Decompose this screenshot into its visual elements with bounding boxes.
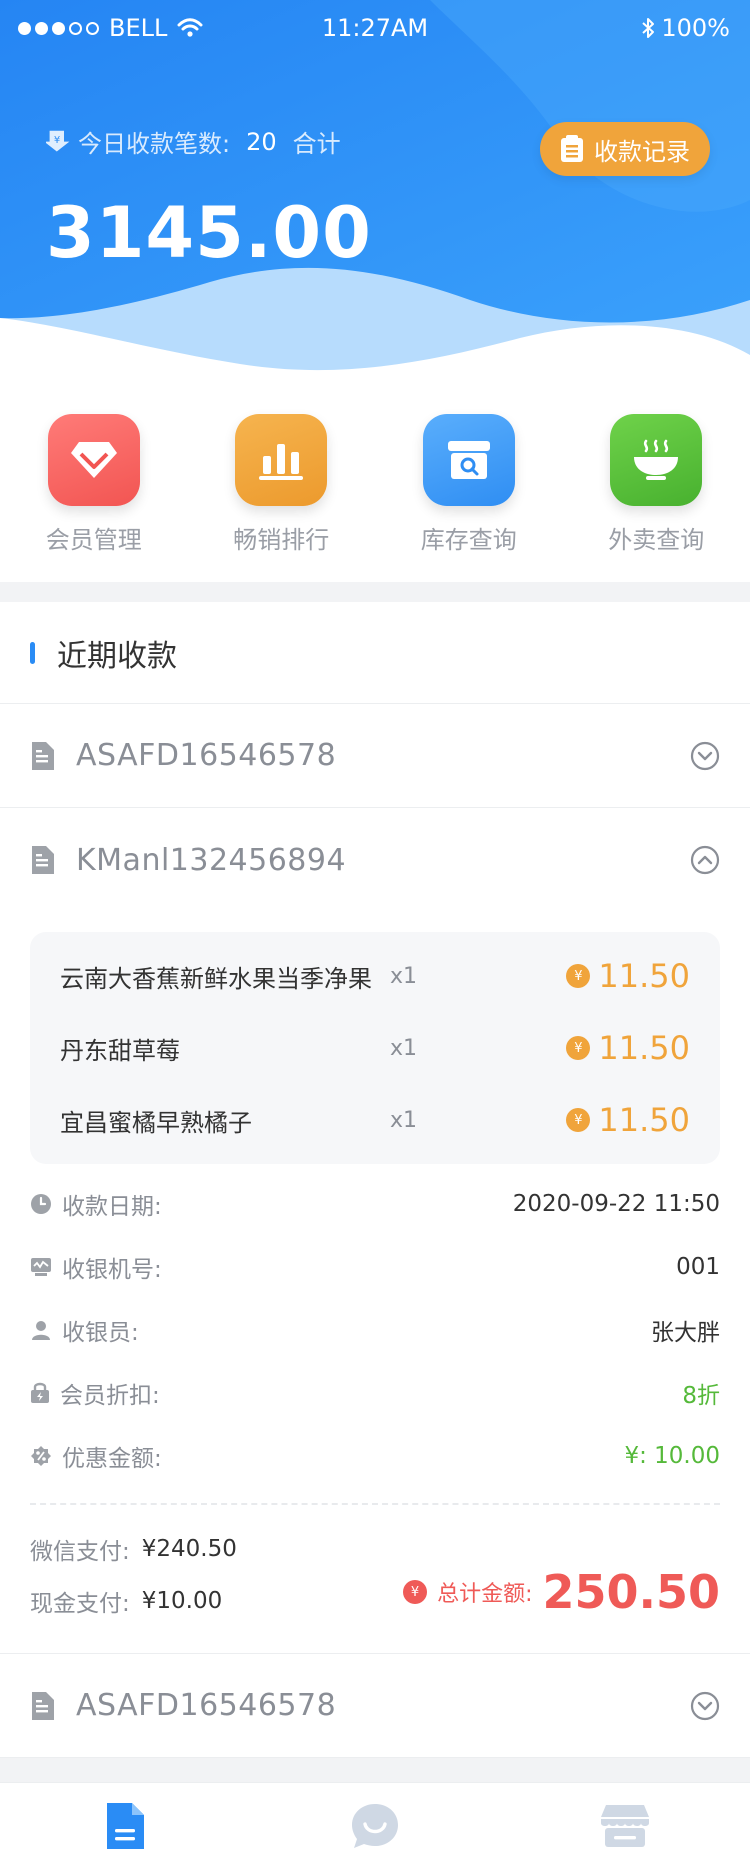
detail-row-coupon: 优惠金额: ¥: 10.00 bbox=[30, 1424, 720, 1487]
chevron-down-icon[interactable] bbox=[690, 1691, 720, 1721]
detail-value: 8折 bbox=[682, 1382, 720, 1409]
detail-value: 张大胖 bbox=[651, 1319, 720, 1346]
document-icon bbox=[32, 741, 54, 770]
nav-label: 库存查询 bbox=[420, 526, 517, 554]
order-id: ASAFD16546578 bbox=[76, 1688, 337, 1723]
today-count-value: 20 bbox=[246, 127, 277, 156]
payment-label: 微信支付: bbox=[30, 1539, 130, 1565]
header-background bbox=[0, 0, 750, 380]
detail-value: ¥: 10.00 bbox=[624, 1442, 720, 1469]
today-count-label: 今日收款笔数: bbox=[78, 130, 231, 158]
tab-messages[interactable] bbox=[250, 1783, 500, 1869]
nav-best-sellers[interactable]: 畅销排行 bbox=[188, 380, 376, 582]
grand-total-label: 总计金额: bbox=[437, 1582, 533, 1607]
item-qty: x1 bbox=[390, 1035, 418, 1061]
clock-icon bbox=[31, 1193, 51, 1214]
list-item: 云南大香蕉新鲜水果当季净果 x1 ¥11.50 bbox=[60, 940, 690, 1012]
yuan-coin-icon: ¥ bbox=[566, 964, 591, 988]
bowl-icon bbox=[610, 414, 703, 506]
chevron-up-icon[interactable] bbox=[690, 845, 720, 875]
grand-total-value: 250.50 bbox=[542, 1565, 720, 1619]
yuan-coin-icon: ¥ bbox=[566, 1108, 591, 1132]
header-banner: BELL 11:27AM 100% ¥ 今日收款笔数: 20 合计 3145.0… bbox=[0, 0, 750, 380]
order-row[interactable]: ASAFD16546578 bbox=[0, 704, 750, 808]
chat-icon bbox=[352, 1804, 398, 1848]
tab-receipts[interactable] bbox=[0, 1783, 250, 1869]
order-row[interactable]: ASAFD16546578 bbox=[0, 1654, 750, 1758]
register-icon bbox=[31, 1257, 51, 1276]
quick-nav: 会员管理 畅销排行 库存查询 外卖查询 bbox=[0, 380, 750, 582]
detail-label: 收款日期: bbox=[62, 1193, 162, 1220]
percent-badge-icon bbox=[31, 1445, 51, 1466]
detail-value: 2020-09-22 11:50 bbox=[512, 1190, 720, 1217]
yuan-coin-icon: ¥ bbox=[566, 1036, 591, 1060]
user-icon bbox=[32, 1320, 50, 1340]
nav-label: 外卖查询 bbox=[608, 526, 705, 554]
total-amount: 3145.00 bbox=[46, 192, 372, 274]
yuan-coin-icon: ¥ bbox=[403, 1580, 428, 1604]
diamond-icon bbox=[47, 414, 140, 506]
status-bar: BELL 11:27AM 100% bbox=[0, 12, 750, 48]
recent-payments-section: 近期收款 ASAFD16546578 KManl132456894 云南大香蕉新… bbox=[0, 602, 750, 1758]
document-icon bbox=[32, 1691, 54, 1720]
document-icon bbox=[32, 846, 54, 874]
order-items-list: 云南大香蕉新鲜水果当季净果 x1 ¥11.50 丹东甜草莓 x1 ¥11.50 … bbox=[30, 932, 720, 1164]
order-row[interactable]: KManl132456894 bbox=[0, 808, 750, 912]
detail-label: 收银机号: bbox=[62, 1256, 162, 1283]
clock-label: 11:27AM bbox=[321, 14, 429, 42]
lock-bolt-icon bbox=[31, 1382, 49, 1403]
item-price: ¥11.50 bbox=[530, 1029, 690, 1067]
detail-label: 会员折扣: bbox=[60, 1382, 160, 1409]
list-item: 丹东甜草莓 x1 ¥11.50 bbox=[60, 1012, 690, 1084]
order-id: ASAFD16546578 bbox=[76, 738, 337, 773]
clipboard-icon bbox=[561, 135, 583, 162]
order-id: KManl132456894 bbox=[76, 842, 347, 878]
item-qty: x1 bbox=[390, 963, 418, 989]
nav-inventory-search[interactable]: 库存查询 bbox=[375, 380, 563, 582]
tab-bar bbox=[0, 1782, 750, 1869]
store-icon bbox=[601, 1805, 649, 1847]
detail-row-discount: 会员折扣: 8折 bbox=[30, 1361, 720, 1424]
list-item: 宜昌蜜橘早熟橘子 x1 ¥11.50 bbox=[60, 1084, 690, 1156]
item-qty: x1 bbox=[390, 1107, 418, 1133]
payment-value: ¥240.50 bbox=[141, 1536, 237, 1562]
records-button-label: 收款记录 bbox=[594, 137, 690, 166]
detail-value: 001 bbox=[676, 1253, 720, 1280]
item-price: ¥11.50 bbox=[530, 957, 690, 995]
inventory-search-icon bbox=[422, 414, 515, 506]
item-name: 云南大香蕉新鲜水果当季净果 bbox=[60, 964, 372, 993]
receipt-icon bbox=[107, 1803, 144, 1849]
detail-label: 收银员: bbox=[62, 1319, 139, 1346]
payment-summary: 微信支付: ¥240.50 现金支付: ¥10.00 ¥ 总计金额: 250.5… bbox=[0, 1505, 750, 1654]
payment-value: ¥10.00 bbox=[141, 1588, 223, 1614]
total-label: 合计 bbox=[292, 130, 341, 158]
bluetooth-icon bbox=[642, 18, 655, 38]
detail-row-date: 收款日期: 2020-09-22 11:50 bbox=[30, 1172, 720, 1235]
grand-total: ¥ 总计金额: 250.50 bbox=[403, 1565, 720, 1619]
svg-text:¥: ¥ bbox=[54, 135, 60, 146]
section-title: 近期收款 bbox=[57, 638, 177, 674]
nav-label: 畅销排行 bbox=[233, 526, 330, 554]
nav-label: 会员管理 bbox=[45, 526, 142, 554]
order-details: 收款日期: 2020-09-22 11:50 收银机号: 001 收银员: 张大… bbox=[0, 1164, 750, 1505]
bar-chart-icon bbox=[235, 414, 328, 506]
item-name: 丹东甜草莓 bbox=[60, 1036, 180, 1065]
today-summary: ¥ 今日收款笔数: 20 合计 bbox=[46, 124, 341, 159]
detail-row-cashier: 收银员: 张大胖 bbox=[30, 1298, 720, 1361]
detail-row-terminal: 收银机号: 001 bbox=[30, 1235, 720, 1298]
detail-label: 优惠金额: bbox=[62, 1445, 162, 1472]
section-header: 近期收款 bbox=[0, 602, 750, 704]
nav-delivery-search[interactable]: 外卖查询 bbox=[563, 380, 750, 582]
download-icon: ¥ bbox=[46, 130, 70, 152]
item-name: 宜昌蜜橘早熟橘子 bbox=[60, 1108, 252, 1137]
chevron-down-icon[interactable] bbox=[690, 741, 720, 771]
battery-label: 100% bbox=[661, 14, 730, 42]
records-button[interactable]: 收款记录 bbox=[540, 122, 710, 176]
nav-member-management[interactable]: 会员管理 bbox=[0, 380, 188, 582]
payment-label: 现金支付: bbox=[30, 1591, 130, 1617]
section-accent-bar bbox=[30, 641, 35, 664]
item-price: ¥11.50 bbox=[530, 1101, 690, 1139]
tab-store[interactable] bbox=[500, 1783, 750, 1869]
